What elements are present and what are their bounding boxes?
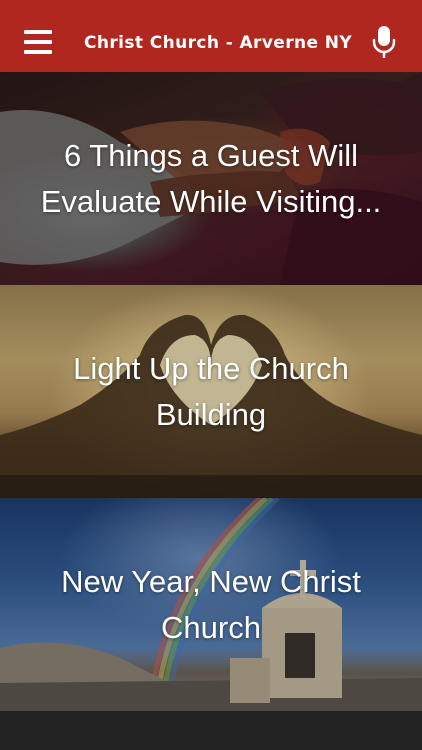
post-card[interactable]: 6 Things a Guest Will Evaluate While Vis… bbox=[0, 72, 422, 285]
post-feed: 6 Things a Guest Will Evaluate While Vis… bbox=[0, 72, 422, 711]
menu-line bbox=[24, 40, 52, 44]
post-title: Light Up the Church Building bbox=[73, 350, 349, 432]
post-card[interactable]: Light Up the Church Building bbox=[0, 285, 422, 498]
bottom-strip bbox=[0, 711, 422, 750]
app-screen: Christ Church - Arverne NY 6 Things a Gu… bbox=[0, 0, 422, 750]
menu-line bbox=[24, 50, 52, 54]
hamburger-menu-icon[interactable] bbox=[24, 30, 52, 54]
header-bar: Christ Church - Arverne NY bbox=[0, 0, 422, 72]
post-title: New Year, New Christ Church bbox=[61, 563, 361, 645]
app-title: Christ Church - Arverne NY bbox=[84, 33, 353, 53]
microphone-icon[interactable] bbox=[372, 26, 396, 59]
microphone-glyph bbox=[372, 26, 396, 59]
post-card[interactable]: New Year, New Christ Church bbox=[0, 498, 422, 711]
post-title: 6 Things a Guest Will Evaluate While Vis… bbox=[40, 137, 382, 219]
menu-line bbox=[24, 30, 52, 34]
